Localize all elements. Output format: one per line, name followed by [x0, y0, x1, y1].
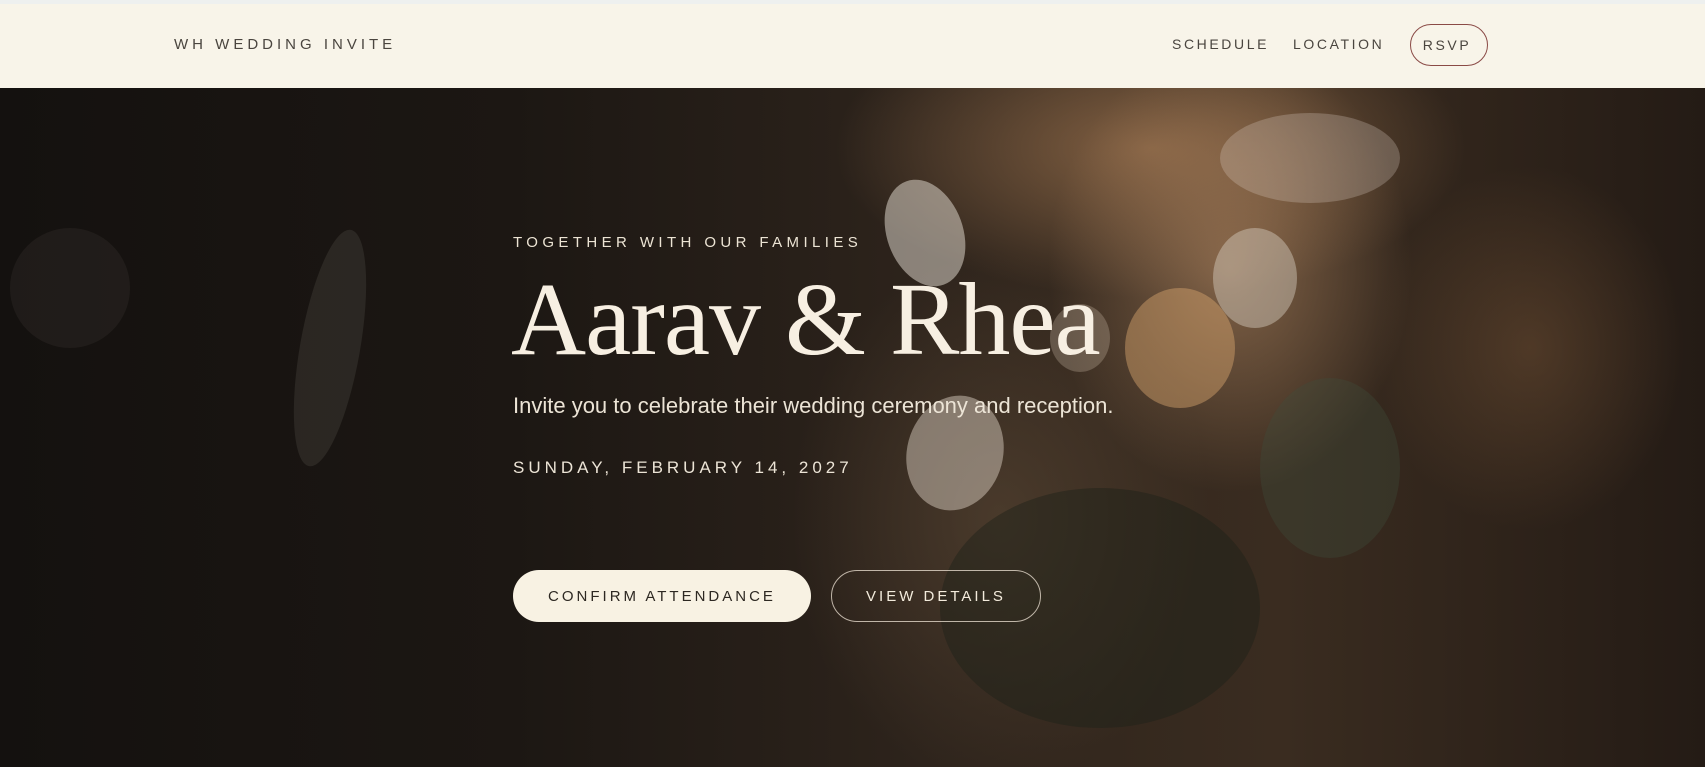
nav-link-schedule[interactable]: SCHEDULE — [1172, 36, 1269, 52]
couple-names-heading: Aarav & Rhea — [511, 262, 1101, 377]
hero-background-photo — [10, 113, 1400, 728]
nav-link-location[interactable]: LOCATION — [1293, 36, 1384, 52]
hero-section: TOGETHER WITH OUR FAMILIES Aarav & Rhea … — [0, 88, 1705, 767]
brand-logo[interactable]: WH WEDDING INVITE — [174, 36, 396, 53]
navbar: WH WEDDING INVITE SCHEDULE LOCATION RSVP — [0, 4, 1705, 88]
invitation-text: Invite you to celebrate their wedding ce… — [513, 393, 1114, 418]
view-details-button[interactable]: VIEW DETAILS — [831, 570, 1041, 622]
wedding-date: SUNDAY, FEBRUARY 14, 2027 — [513, 458, 853, 477]
rsvp-button[interactable]: RSVP — [1410, 24, 1488, 66]
confirm-attendance-button[interactable]: CONFIRM ATTENDANCE — [513, 570, 811, 622]
hero-eyebrow: TOGETHER WITH OUR FAMILIES — [513, 234, 863, 251]
